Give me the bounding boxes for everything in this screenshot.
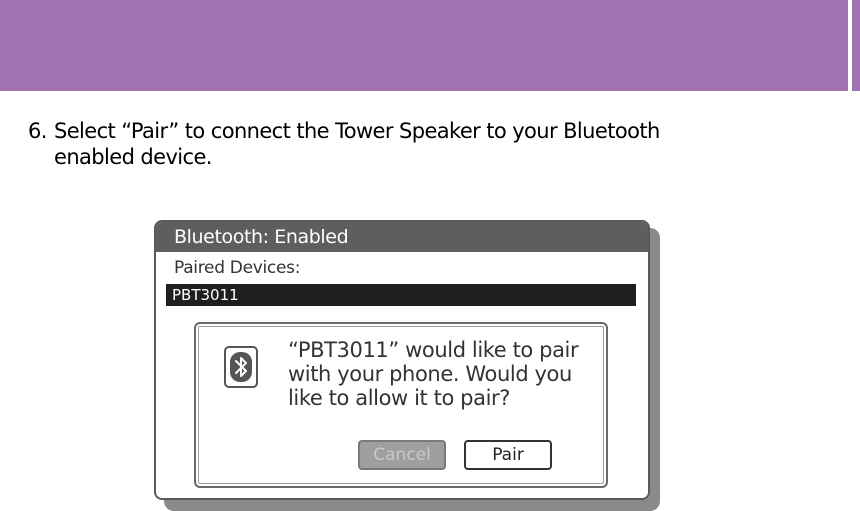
pair-button[interactable]: Pair — [464, 440, 552, 470]
window-title: Bluetooth: Enabled — [156, 222, 648, 252]
header-band-edge — [852, 0, 860, 91]
device-row-selected[interactable]: PBT3011 — [166, 284, 636, 306]
step-number: 6. — [28, 119, 47, 143]
bluetooth-icon — [224, 346, 258, 388]
bluetooth-window: Bluetooth: Enabled Paired Devices: PBT30… — [154, 220, 650, 500]
pair-request-dialog: “PBT3011” would like to pair with your p… — [194, 322, 608, 488]
header-band — [0, 0, 848, 91]
paired-devices-label: Paired Devices: — [174, 258, 301, 278]
instruction-line-2: enabled device. — [54, 145, 212, 169]
instruction-line-1: Select “Pair” to connect the Tower Speak… — [54, 119, 660, 143]
pair-request-message: “PBT3011” would like to pair with your p… — [288, 338, 579, 410]
cancel-button[interactable]: Cancel — [358, 440, 446, 470]
instruction-step: 6. Select “Pair” to connect the Tower Spe… — [28, 118, 708, 170]
